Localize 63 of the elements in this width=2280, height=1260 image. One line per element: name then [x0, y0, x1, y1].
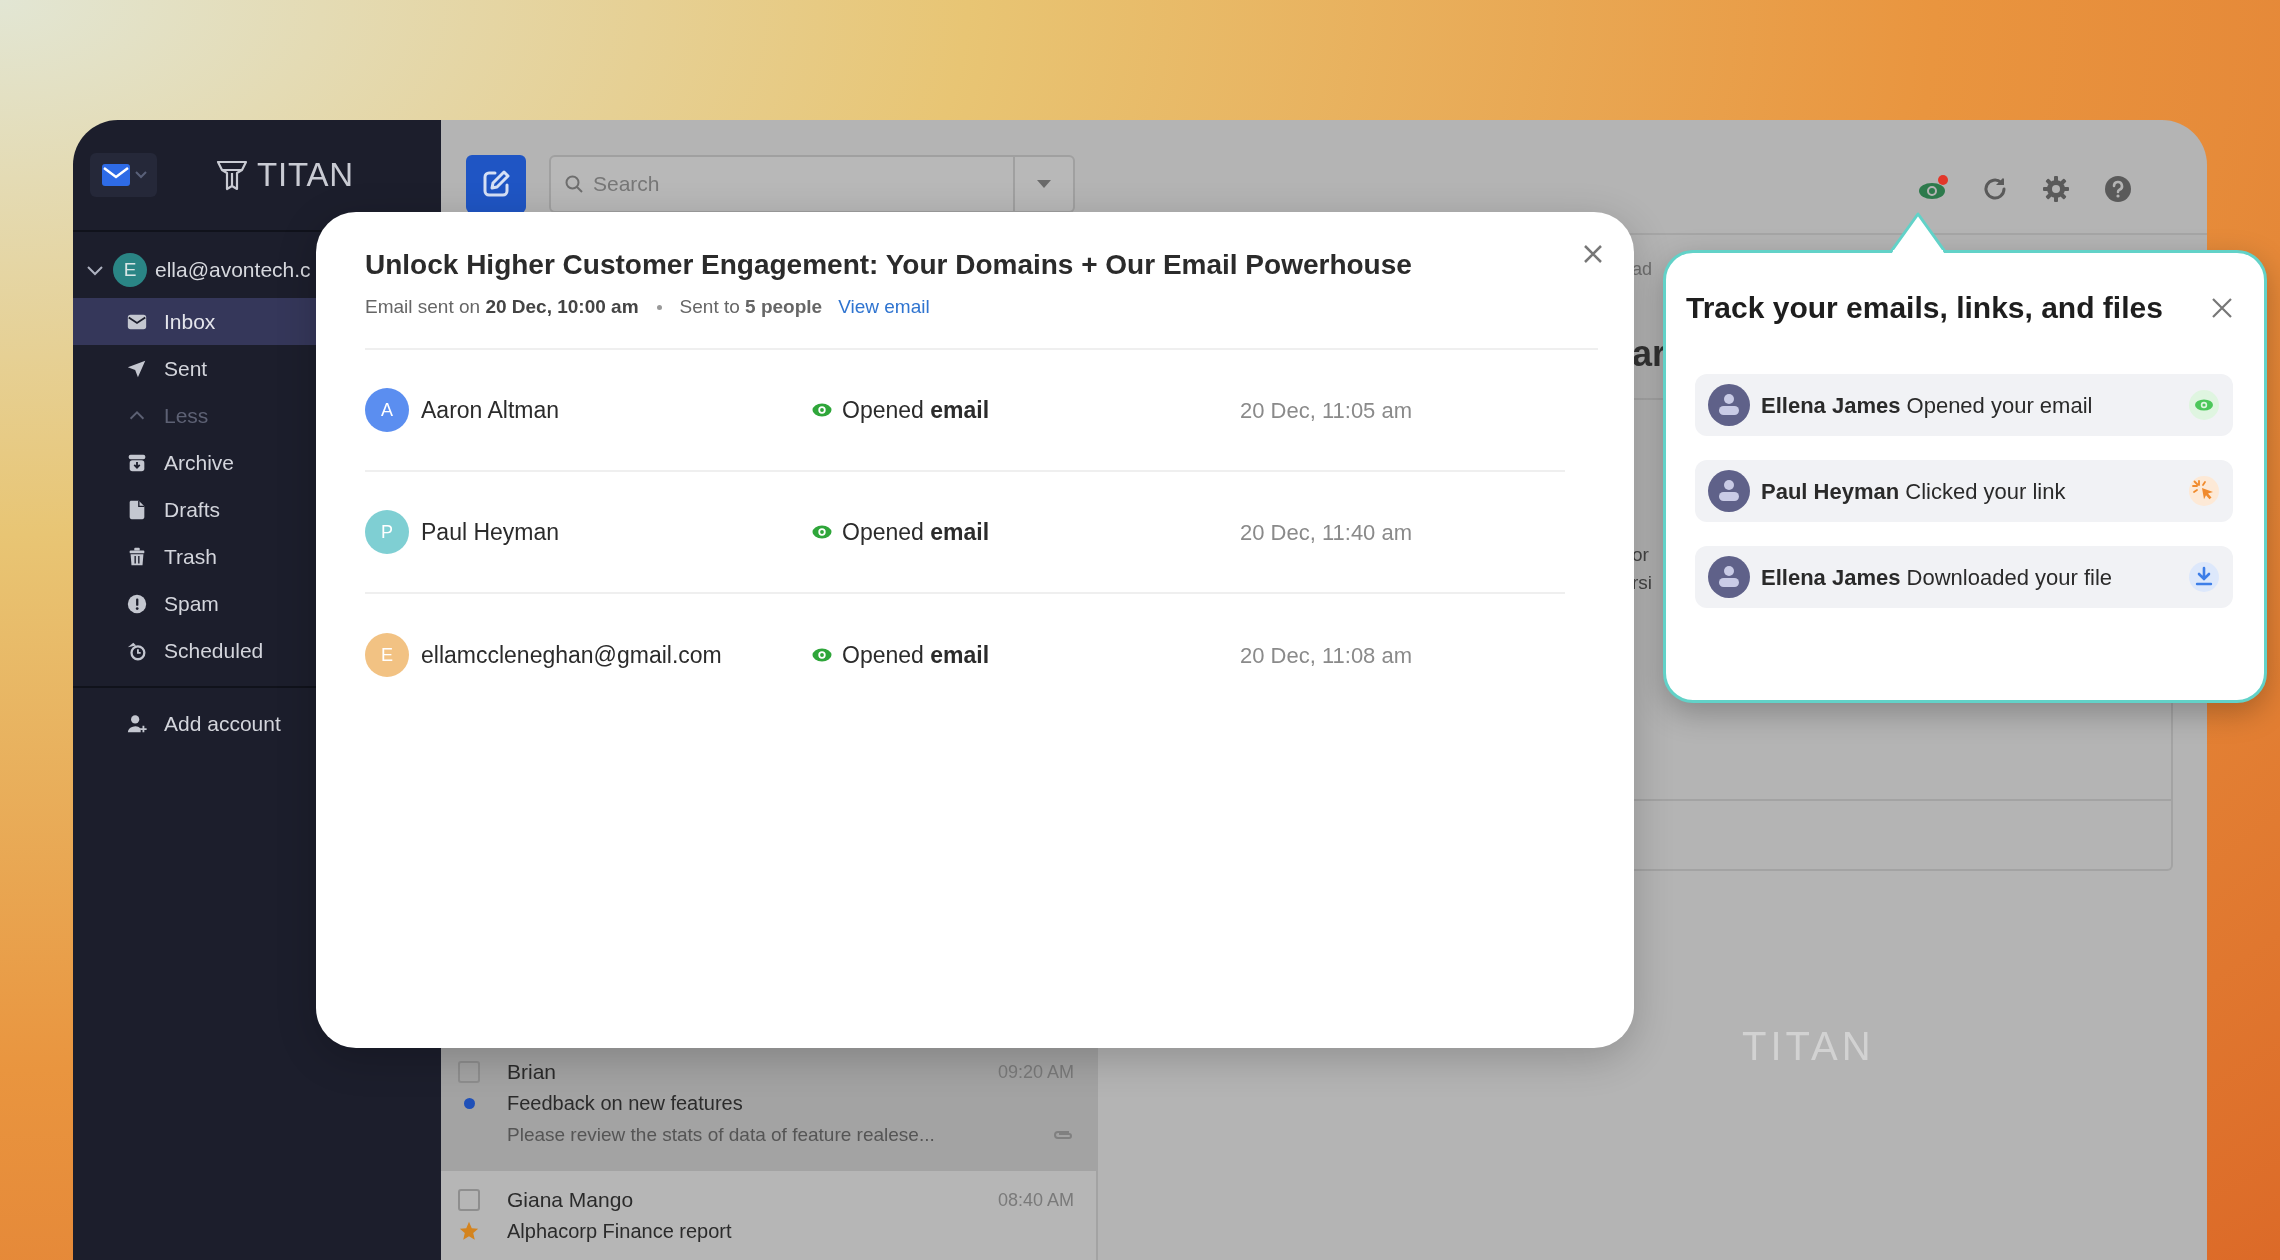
open-status: Opened email [842, 640, 990, 670]
close-icon [1582, 243, 1604, 265]
email-time: 08:40 AM [997, 1188, 1074, 1212]
popover-title: Track your emails, links, and files [1686, 290, 2163, 326]
help-icon[interactable] [2104, 175, 2132, 203]
modal-title: Unlock Higher Customer Engagement: Your Domains + Our Email Powerhouse [365, 248, 1413, 282]
recipients-text: Sent to 5 people [679, 294, 823, 319]
avatar: E [365, 633, 409, 677]
logo-text: TITAN [257, 155, 354, 196]
eye-icon [812, 403, 832, 417]
open-time: 20 Dec, 11:08 am [1240, 641, 1414, 670]
recipient-name: Paul Heyman [421, 517, 560, 547]
sender-name: Brian [507, 1059, 557, 1086]
checkbox[interactable] [458, 1189, 480, 1211]
open-time: 20 Dec, 11:05 am [1240, 396, 1414, 425]
add-person-icon [126, 712, 148, 735]
view-email-link[interactable]: View email [838, 292, 930, 322]
search-field[interactable]: Search [549, 155, 1015, 213]
activity-item[interactable]: Ellena James Opened your email [1695, 374, 2233, 436]
search-icon [565, 175, 583, 193]
person-avatar-icon [1708, 470, 1750, 512]
text-fragment: ar [1632, 336, 1667, 376]
star-icon[interactable] [458, 1220, 480, 1242]
eye-icon [812, 648, 832, 662]
mail-icon [100, 163, 131, 187]
activity-text: Ellena James Downloaded your file [1761, 563, 2112, 592]
app-switcher-button[interactable] [90, 153, 157, 197]
open-status: Opened email [842, 517, 990, 547]
opened-eye-icon [2188, 389, 2220, 421]
cursor-click-icon [2188, 475, 2220, 507]
person-avatar-icon [1708, 384, 1750, 426]
avatar: E [113, 253, 147, 287]
email-subject: Alphacorp Finance report [507, 1219, 732, 1244]
tracking-button[interactable] [1918, 178, 1948, 200]
open-status: Opened email [842, 395, 990, 425]
close-icon [2210, 295, 2234, 320]
sender-name: Giana Mango [507, 1187, 634, 1214]
recipient-name: Aaron Altman [421, 395, 560, 425]
eye-icon [812, 525, 832, 539]
caret-icon [1037, 180, 1051, 188]
refresh-icon[interactable] [1982, 176, 2008, 202]
email-preview: Please review the stats of data of feature realese... [507, 1122, 935, 1147]
avatar: A [365, 388, 409, 432]
compose-button[interactable] [466, 155, 526, 213]
recipient-name: ellamccleneghan@gmail.com [421, 640, 722, 670]
checkbox[interactable] [458, 1061, 480, 1083]
activity-text: Ellena James Opened your email [1761, 391, 2093, 420]
folder-item[interactable]: Spam [73, 580, 441, 627]
download-icon [2188, 561, 2220, 593]
settings-icon[interactable] [2042, 175, 2070, 203]
add-account-button[interactable]: Add account [73, 700, 441, 747]
email-subject: Feedback on new features [507, 1091, 743, 1116]
activity-item[interactable]: Paul Heyman Clicked your link [1695, 460, 2233, 522]
folder-item[interactable]: Archive [73, 439, 441, 486]
avatar: P [365, 510, 409, 554]
activity-text: Paul Heyman Clicked your link [1761, 477, 2066, 506]
open-time: 20 Dec, 11:40 am [1240, 518, 1414, 547]
caret-icon [134, 171, 147, 179]
logo-icon [215, 158, 249, 192]
exclamation-icon [126, 592, 148, 615]
activity-item[interactable]: Ellena James Downloaded your file [1695, 546, 2233, 608]
person-avatar-icon [1708, 556, 1750, 598]
account-email[interactable]: ella@avontech.c [155, 254, 311, 286]
